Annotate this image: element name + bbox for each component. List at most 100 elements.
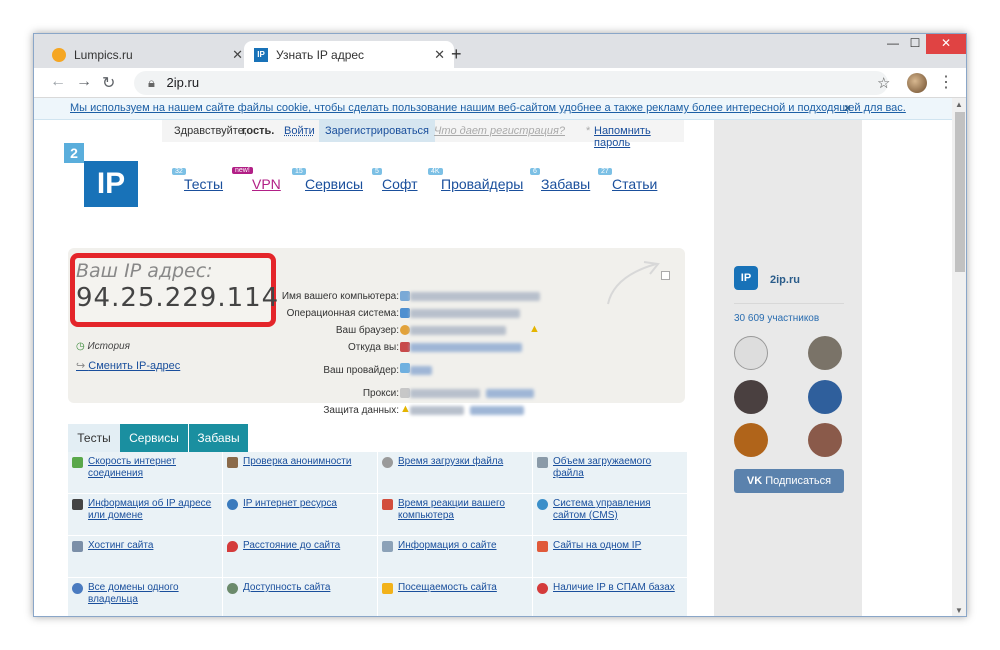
tool-link[interactable]: Скорость интернет соединения [88, 456, 218, 480]
close-icon[interactable]: ✕ [434, 47, 445, 63]
tool-link[interactable]: Информация о сайте [398, 540, 528, 552]
nav-tests[interactable]: Тесты [184, 176, 223, 192]
tool-link[interactable]: Все домены одного владельца [88, 582, 218, 606]
tool-item[interactable]: Объем загружаемого файла [533, 452, 687, 493]
bookmark-icon[interactable] [661, 271, 670, 280]
tab-fun[interactable]: Забавы [188, 424, 248, 452]
avatar[interactable] [907, 73, 927, 93]
ip-address-value[interactable]: 94.25.229.114 [76, 283, 279, 313]
speed-icon [72, 457, 83, 468]
nav-articles[interactable]: Статьи [612, 176, 657, 192]
cms-icon [537, 499, 548, 510]
back-icon[interactable]: ← [50, 73, 66, 91]
scroll-down-icon[interactable]: ▼ [955, 606, 963, 615]
detail-value-blurred[interactable] [470, 406, 524, 415]
change-ip-link[interactable]: ↪ Сменить IP-адрес [76, 359, 180, 372]
tool-link[interactable]: Расстояние до сайта [243, 540, 373, 552]
tool-item[interactable]: Информация о сайте [378, 536, 532, 577]
tool-item[interactable]: Информация об IP адресе или домене [68, 494, 222, 535]
bookmark-star-icon[interactable]: ☆ [877, 74, 890, 92]
tool-link[interactable]: Информация об IP адресе или домене [88, 498, 218, 522]
new-tab-button[interactable]: + [451, 44, 462, 65]
login-link[interactable]: Войти [284, 125, 315, 137]
detail-value-blurred[interactable] [410, 366, 432, 375]
detail-label: Прокси: [362, 388, 399, 399]
why-register-link[interactable]: Что дает регистрация? [434, 125, 565, 137]
subscribe-button[interactable]: VK Подписаться [734, 469, 844, 493]
tool-link[interactable]: IP интернет ресурса [243, 498, 373, 510]
browser-toolbar: ← → ↻ 🔒︎ 2ip.ru ☆ ⋮ [34, 68, 966, 98]
tool-item[interactable]: IP интернет ресурса [223, 494, 377, 535]
address-bar[interactable]: 🔒︎ 2ip.ru [134, 71, 888, 95]
tool-item[interactable]: Посещаемость сайта [378, 578, 532, 616]
windows-icon [400, 308, 410, 318]
avatar[interactable] [808, 423, 842, 457]
avatar[interactable] [808, 336, 842, 370]
tool-item[interactable]: Расстояние до сайта [223, 536, 377, 577]
tool-link[interactable]: Объем загружаемого файла [553, 456, 683, 480]
computer-icon [400, 291, 410, 301]
nav-services[interactable]: Сервисы [305, 176, 363, 192]
history-link[interactable]: ◷ История [76, 341, 130, 352]
tool-link[interactable]: Хостинг сайта [88, 540, 218, 552]
tool-item[interactable]: Скорость интернет соединения [68, 452, 222, 493]
site-logo[interactable]: 2 IP [64, 143, 140, 207]
nav-vpn[interactable]: VPN [252, 176, 281, 192]
tool-link[interactable]: Время реакции вашего компьютера [398, 498, 528, 522]
register-button[interactable]: Зарегистрироваться [319, 120, 436, 142]
tool-link[interactable]: Сайты на одном IP [553, 540, 683, 552]
forward-icon[interactable]: → [76, 73, 92, 91]
tool-link[interactable]: Наличие IP в СПАМ базах [553, 582, 683, 594]
tool-link[interactable]: Время загрузки файла [398, 456, 528, 468]
tab-2ip[interactable]: IP Узнать IP адрес ✕ [244, 41, 454, 68]
tab-title: Lumpics.ru [74, 47, 133, 62]
tool-link[interactable]: Доступность сайта [243, 582, 373, 594]
vk-members-count[interactable]: 30 609 участников [734, 313, 819, 324]
vk-group-logo[interactable]: IP [734, 266, 758, 290]
avatar[interactable] [734, 336, 768, 370]
tool-item[interactable]: Система управления сайтом (CMS) [533, 494, 687, 535]
tool-item[interactable]: Сайты на одном IP [533, 536, 687, 577]
tool-link[interactable]: Система управления сайтом (CMS) [553, 498, 683, 522]
nav-badge: 5 [372, 168, 382, 175]
remind-password-link[interactable]: Напомнить пароль [594, 125, 684, 149]
tab-tests[interactable]: Тесты [68, 424, 120, 452]
detail-value-blurred [410, 389, 480, 398]
tool-item[interactable]: Все домены одного владельца [68, 578, 222, 616]
nav-providers[interactable]: Провайдеры [441, 176, 523, 192]
tool-item[interactable]: Время загрузки файла [378, 452, 532, 493]
close-icon[interactable]: ✕ [232, 47, 243, 63]
tool-item[interactable]: Время реакции вашего компьютера [378, 494, 532, 535]
avatar[interactable] [734, 423, 768, 457]
detail-label: Ваш браузер: [335, 325, 399, 336]
maximize-button[interactable]: ☐ [904, 34, 926, 54]
scroll-up-icon[interactable]: ▲ [955, 100, 963, 109]
close-window-button[interactable]: ✕ [926, 34, 966, 54]
reload-icon[interactable]: ↻ [102, 73, 115, 93]
vk-group-name[interactable]: 2ip.ru [770, 274, 800, 286]
tab-services[interactable]: Сервисы [120, 424, 188, 452]
menu-dots-icon[interactable]: ⋮ [938, 72, 954, 92]
detail-value-blurred[interactable] [486, 389, 534, 398]
tab-lumpics[interactable]: Lumpics.ru ✕ [42, 41, 252, 68]
asterisk-icon: * [586, 125, 591, 137]
tool-link[interactable]: Проверка анонимности [243, 456, 373, 468]
map-pin-icon [227, 541, 238, 552]
cookie-notice-text[interactable]: Мы используем на нашем сайте файлы cooki… [70, 102, 906, 114]
scrollbar-thumb[interactable] [955, 112, 965, 272]
detail-value-blurred[interactable] [410, 343, 522, 352]
avatar[interactable] [808, 380, 842, 414]
tool-item[interactable]: Доступность сайта [223, 578, 377, 616]
avatar[interactable] [734, 380, 768, 414]
close-icon[interactable]: × [844, 101, 851, 115]
tool-item[interactable]: Хостинг сайта [68, 536, 222, 577]
minimize-button[interactable]: — [882, 34, 904, 54]
tool-link[interactable]: Посещаемость сайта [398, 582, 528, 594]
divider [734, 303, 844, 304]
nav-fun[interactable]: Забавы [541, 176, 590, 192]
tool-item[interactable]: Наличие IP в СПАМ базах [533, 578, 687, 616]
scrollbar[interactable]: ▲ ▼ [952, 98, 966, 616]
tool-item[interactable]: Проверка анонимности [223, 452, 377, 493]
nav-software[interactable]: Софт [382, 176, 418, 192]
spam-icon [537, 583, 548, 594]
